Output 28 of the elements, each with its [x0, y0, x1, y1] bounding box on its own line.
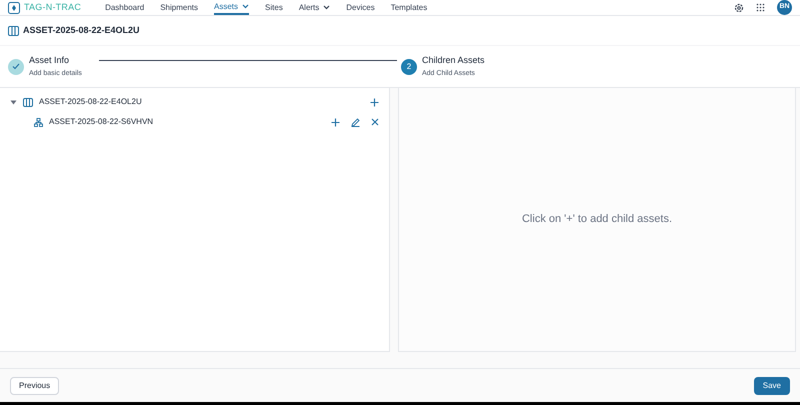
settings-icon[interactable] [734, 2, 744, 12]
save-button[interactable]: Save [754, 376, 790, 394]
edit-icon[interactable] [351, 118, 360, 126]
step-number: 2 [401, 58, 417, 74]
apps-icon[interactable] [756, 3, 765, 12]
previous-button[interactable]: Previous [10, 376, 60, 394]
page-title: ASSET-2025-08-22-E4OL2U [23, 24, 140, 37]
expand-caret-icon[interactable] [10, 100, 17, 104]
step-title: Asset Info [29, 54, 70, 66]
hierarchy-icon [34, 118, 43, 126]
logo-text: TAG-N-TRAC [24, 0, 82, 14]
nav-tab[interactable]: Shipments [160, 0, 198, 15]
add-icon[interactable] [331, 118, 340, 126]
asset-icon [23, 98, 33, 106]
nav-tab[interactable]: Devices [346, 0, 375, 15]
tree-item-label[interactable]: ASSET-2025-08-22-E4OL2U [39, 96, 364, 108]
nav-tab[interactable]: Dashboard [105, 0, 144, 15]
nav-tab[interactable]: Templates [390, 0, 428, 15]
add-icon[interactable] [370, 98, 379, 106]
asset-icon [8, 26, 19, 36]
empty-message: Click on '+' to add child assets. [522, 212, 672, 228]
nav-tab[interactable]: Assets [214, 0, 250, 15]
step-title: Children Assets [422, 54, 485, 66]
tree-item-label[interactable]: ASSET-2025-08-22-S6VHVN [49, 116, 325, 128]
nav-tab[interactable]: Alerts [298, 0, 330, 15]
logo-icon [8, 2, 20, 14]
close-icon[interactable] [371, 118, 379, 126]
nav-tab[interactable]: Sites [265, 0, 283, 15]
